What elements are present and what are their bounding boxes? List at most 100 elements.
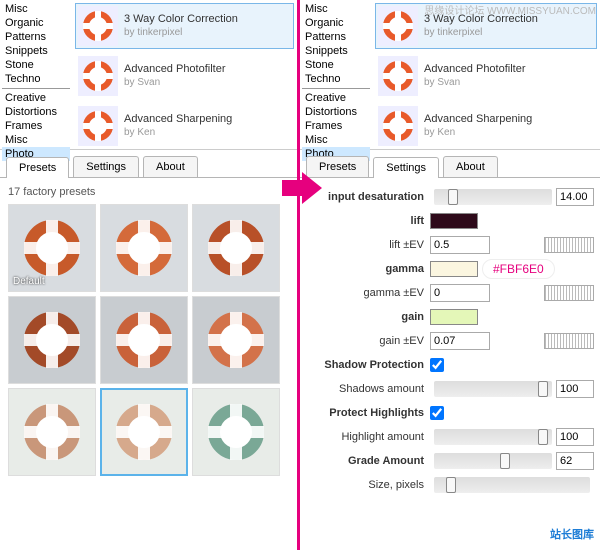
category-item[interactable]: Frames xyxy=(2,119,70,133)
filter-item[interactable]: 3 Way Color Correctionby tinkerpixel xyxy=(75,3,294,49)
tab-settings[interactable]: Settings xyxy=(373,157,439,178)
filter-thumb xyxy=(78,56,118,96)
category-item[interactable]: Distortions xyxy=(2,105,70,119)
category-item[interactable]: Techno xyxy=(2,72,70,86)
label-shadow-protection: Shadow Protection xyxy=(300,359,430,371)
tab-settings[interactable]: Settings xyxy=(73,156,139,177)
filter-list: 3 Way Color Correctionby tinkerpixelAdva… xyxy=(72,0,297,149)
preset-label: Default xyxy=(13,276,45,287)
label-shadows-amount: Shadows amount xyxy=(300,383,430,395)
category-item[interactable]: Stone xyxy=(302,58,370,72)
tab-about[interactable]: About xyxy=(443,156,498,177)
label-highlight-amount: Highlight amount xyxy=(300,431,430,443)
preset-thumb[interactable] xyxy=(100,296,188,384)
stepper-gamma-ev[interactable] xyxy=(544,285,594,301)
filter-thumb xyxy=(378,56,418,96)
field-gamma-ev[interactable] xyxy=(430,284,490,302)
swatch-lift[interactable] xyxy=(430,213,478,229)
filter-thumb xyxy=(378,106,418,146)
category-item[interactable]: Creative xyxy=(2,91,70,105)
category-item[interactable]: Misc xyxy=(302,2,370,16)
category-item[interactable]: Patterns xyxy=(302,30,370,44)
filter-item[interactable]: Advanced Sharpeningby Ken xyxy=(75,103,294,149)
preset-thumb[interactable] xyxy=(192,204,280,292)
filter-thumb xyxy=(378,6,418,46)
category-item[interactable]: Misc xyxy=(302,133,370,147)
filter-item[interactable]: Advanced Sharpeningby Ken xyxy=(375,103,597,149)
category-item[interactable]: Misc xyxy=(2,2,70,16)
filter-author: by tinkerpixel xyxy=(124,26,238,39)
field-gain-ev[interactable] xyxy=(430,332,490,350)
field-grade-amount[interactable] xyxy=(556,452,594,470)
checkbox-protect-highlights[interactable] xyxy=(430,406,444,420)
category-item[interactable]: Snippets xyxy=(302,44,370,58)
swatch-gamma[interactable] xyxy=(430,261,478,277)
filter-item[interactable]: Advanced Photofilterby Svan xyxy=(75,53,294,99)
checkbox-shadow-protection[interactable] xyxy=(430,358,444,372)
slider-grade-amount[interactable] xyxy=(434,453,552,469)
category-item[interactable]: Organic xyxy=(2,16,70,30)
category-list: MiscOrganicPatternsSnippetsStoneTechnoCr… xyxy=(0,0,72,149)
label-lift-ev: lift ±EV xyxy=(300,239,430,251)
preset-thumb[interactable] xyxy=(192,296,280,384)
label-grade-amount: Grade Amount xyxy=(300,455,430,467)
filter-title: Advanced Photofilter xyxy=(424,63,526,76)
swatch-gain[interactable] xyxy=(430,309,478,325)
category-item[interactable]: Creative xyxy=(302,91,370,105)
filter-title: 3 Way Color Correction xyxy=(124,13,238,26)
filter-title: Advanced Photofilter xyxy=(124,63,226,76)
field-highlight-amount[interactable] xyxy=(556,428,594,446)
label-gamma: gamma xyxy=(300,263,430,275)
settings-panel: input desaturation lift lift ±EV gamma #… xyxy=(300,178,600,506)
preset-thumb[interactable]: Default xyxy=(8,204,96,292)
watermark-bottom: 站长图库 xyxy=(550,526,594,542)
stepper-lift-ev[interactable] xyxy=(544,237,594,253)
presets-count: 17 factory presets xyxy=(8,186,289,198)
filter-title: Advanced Sharpening xyxy=(424,113,532,126)
category-item[interactable]: Snippets xyxy=(2,44,70,58)
slider-size-pixels[interactable] xyxy=(434,477,590,493)
presets-panel: 17 factory presets Default xyxy=(0,178,297,484)
filter-title: Advanced Sharpening xyxy=(124,113,232,126)
category-item[interactable]: Distortions xyxy=(302,105,370,119)
filter-author: by Svan xyxy=(124,76,226,89)
category-item[interactable]: Patterns xyxy=(2,30,70,44)
tab-presets[interactable]: Presets xyxy=(6,157,69,178)
category-list: MiscOrganicPatternsSnippetsStoneTechnoCr… xyxy=(300,0,372,149)
filter-thumb xyxy=(78,106,118,146)
preset-thumb[interactable] xyxy=(192,388,280,476)
category-item[interactable]: Stone xyxy=(2,58,70,72)
after-pane: MiscOrganicPatternsSnippetsStoneTechnoCr… xyxy=(300,0,600,550)
filter-item[interactable]: Advanced Photofilterby Svan xyxy=(375,53,597,99)
filter-author: by tinkerpixel xyxy=(424,26,538,39)
before-pane: MiscOrganicPatternsSnippetsStoneTechnoCr… xyxy=(0,0,300,550)
watermark-top: 思缘设计论坛 WWW.MISSYUAN.COM xyxy=(424,2,596,17)
label-gain-ev: gain ±EV xyxy=(300,335,430,347)
category-item[interactable]: Techno xyxy=(302,72,370,86)
label-gamma-ev: gamma ±EV xyxy=(300,287,430,299)
category-item[interactable]: Frames xyxy=(302,119,370,133)
preset-thumb[interactable] xyxy=(8,388,96,476)
label-size-pixels: Size, pixels xyxy=(300,479,430,491)
slider-shadows-amount[interactable] xyxy=(434,381,552,397)
filter-author: by Ken xyxy=(424,126,532,139)
tab-about[interactable]: About xyxy=(143,156,198,177)
category-item[interactable]: Organic xyxy=(302,16,370,30)
preset-thumb[interactable] xyxy=(100,388,188,476)
field-shadows-amount[interactable] xyxy=(556,380,594,398)
transition-arrow xyxy=(282,170,322,206)
field-lift-ev[interactable] xyxy=(430,236,490,254)
slider-input-desaturation[interactable] xyxy=(434,189,552,205)
category-item[interactable]: Misc xyxy=(2,133,70,147)
preset-grid: Default xyxy=(8,204,289,476)
filter-list: 3 Way Color Correctionby tinkerpixelAdva… xyxy=(372,0,600,149)
field-input-desaturation[interactable] xyxy=(556,188,594,206)
preset-thumb[interactable] xyxy=(100,204,188,292)
filter-thumb xyxy=(78,6,118,46)
slider-highlight-amount[interactable] xyxy=(434,429,552,445)
filter-author: by Ken xyxy=(124,126,232,139)
label-protect-highlights: Protect Highlights xyxy=(300,407,430,419)
filter-author: by Svan xyxy=(424,76,526,89)
stepper-gain-ev[interactable] xyxy=(544,333,594,349)
preset-thumb[interactable] xyxy=(8,296,96,384)
